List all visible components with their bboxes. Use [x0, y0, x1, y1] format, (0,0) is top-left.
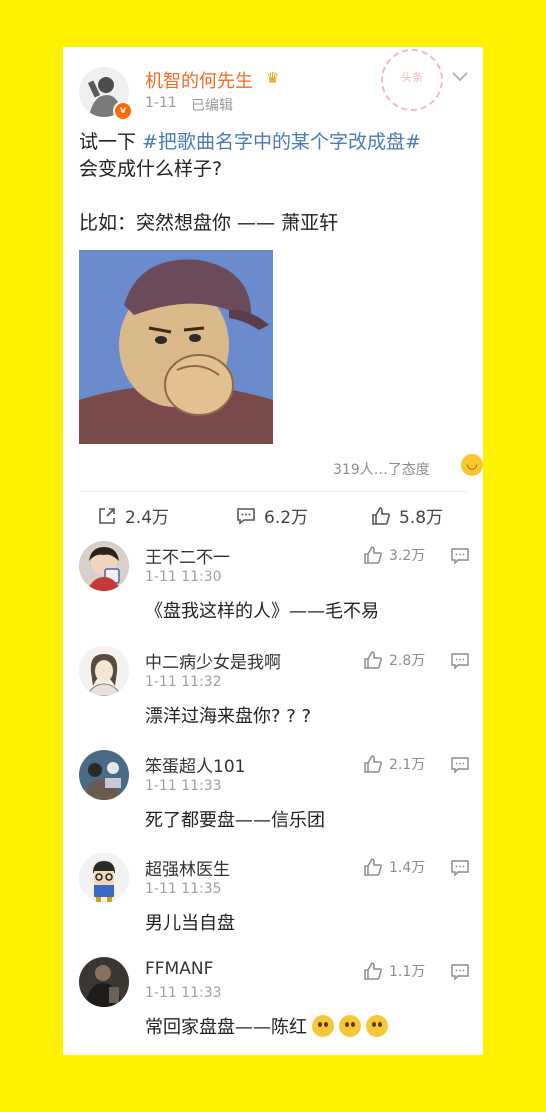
reply-icon[interactable]: [451, 859, 469, 877]
thumbs-up-icon: [372, 506, 390, 525]
share-count: 2.4万: [125, 508, 170, 528]
commenter-avatar[interactable]: [79, 541, 129, 591]
comment-like-count: 1.1万: [389, 964, 426, 980]
post-time: 1-11: [145, 95, 177, 111]
reply-icon[interactable]: [451, 963, 469, 981]
commenter-avatar[interactable]: [79, 750, 129, 800]
commenter-name[interactable]: 中二病少女是我啊: [145, 648, 281, 673]
comment-time: 1-11 11:32: [145, 674, 222, 690]
commenter-name[interactable]: FFMANF: [145, 959, 213, 979]
comment-item: 王不二不一 1-11 11:30 《盘我这样的人》——毛不易 3.2万: [63, 541, 483, 641]
comment-like-count: 2.8万: [389, 653, 426, 669]
thumbs-up-icon: [364, 858, 382, 876]
smile-emoji-icon: [366, 1015, 388, 1037]
comment-time: 1-11 11:33: [145, 778, 222, 794]
crown-icon: ♛: [266, 69, 280, 87]
comment-like-count: 2.1万: [389, 757, 426, 773]
comment-item: 笨蛋超人101 1-11 11:33 死了都要盘——信乐团 2.1万: [63, 750, 483, 850]
smile-emoji-icon: [312, 1015, 334, 1037]
reply-icon[interactable]: [451, 547, 469, 565]
comment-text: 死了都要盘——信乐团: [145, 810, 325, 831]
comment-like-count: 1.4万: [389, 860, 426, 876]
author-name[interactable]: 机智的何先生: [145, 67, 253, 93]
comment-icon: [237, 507, 255, 525]
comment-like-button[interactable]: 1.4万: [363, 857, 425, 877]
comment-time: 1-11 11:30: [145, 569, 222, 585]
post-text-prefix: 试一下: [79, 131, 143, 153]
verified-badge: v: [113, 101, 133, 121]
comment-text: 常回家盘盘——陈红: [145, 1013, 388, 1039]
thumbs-up-icon: [364, 962, 382, 980]
thumbs-up-icon: [364, 546, 382, 564]
share-icon: [99, 507, 115, 524]
likes-summary[interactable]: 319人…了态度: [333, 459, 430, 479]
reply-icon[interactable]: [451, 756, 469, 774]
comment-text: 《盘我这样的人》——毛不易: [145, 601, 379, 622]
comment-like-button[interactable]: 1.1万: [363, 961, 425, 981]
weibo-post-card: v 机智的何先生 ♛ 1-11 已编辑 头条 试一下 #把歌曲名字中的某个字改成…: [63, 47, 483, 1055]
comment-item: 超强林医生 1-11 11:35 男儿当自盘 1.4万: [63, 853, 483, 953]
post-example: 比如：突然想盘你 —— 萧亚轩: [79, 212, 339, 234]
comment-time: 1-11 11:33: [145, 985, 222, 1001]
comment-text: 漂洋过海来盘你? ? ?: [145, 706, 312, 727]
comment-like-button[interactable]: 2.8万: [363, 650, 425, 670]
comment-text-content: 常回家盘盘——陈红: [145, 1017, 307, 1038]
comment-button[interactable]: 6.2万: [236, 503, 308, 528]
chevron-down-icon[interactable]: [451, 67, 469, 88]
post-text: 试一下 #把歌曲名字中的某个字改成盘# 会变成什么样子? 比如：突然想盘你 ——…: [79, 129, 474, 237]
grin-emoji-icon[interactable]: ◡: [461, 454, 483, 476]
hashtag-link[interactable]: #把歌曲名字中的某个字改成盘#: [142, 131, 421, 153]
divider: [79, 491, 467, 492]
post-text-line2: 会变成什么样子?: [79, 158, 223, 180]
post-image[interactable]: [79, 250, 273, 444]
comment-like-count: 3.2万: [389, 548, 426, 564]
stamp-watermark: 头条: [381, 49, 443, 111]
share-button[interactable]: 2.4万: [97, 503, 169, 528]
reply-icon[interactable]: [451, 652, 469, 670]
smile-emoji-icon: [339, 1015, 361, 1037]
like-button[interactable]: 5.8万: [371, 503, 443, 528]
thumbs-up-icon: [364, 755, 382, 773]
commenter-avatar[interactable]: [79, 853, 129, 903]
thumbs-up-icon: [364, 651, 382, 669]
commenter-avatar[interactable]: [79, 646, 129, 696]
comment-like-button[interactable]: 2.1万: [363, 754, 425, 774]
comment-time: 1-11 11:35: [145, 881, 222, 897]
comment-item: FFMANF 1-11 11:33 常回家盘盘——陈红 1.1万: [63, 957, 483, 1057]
comment-text: 男儿当自盘: [145, 913, 235, 934]
comment-count: 6.2万: [264, 508, 309, 528]
comment-item: 中二病少女是我啊 1-11 11:32 漂洋过海来盘你? ? ? 2.8万: [63, 646, 483, 746]
commenter-avatar[interactable]: [79, 957, 129, 1007]
commenter-name[interactable]: 王不二不一: [145, 543, 230, 568]
like-count: 5.8万: [399, 508, 444, 528]
commenter-name[interactable]: 笨蛋超人101: [145, 752, 245, 777]
comment-like-button[interactable]: 3.2万: [363, 545, 425, 565]
edited-label: 已编辑: [191, 98, 233, 114]
commenter-name[interactable]: 超强林医生: [145, 855, 230, 880]
